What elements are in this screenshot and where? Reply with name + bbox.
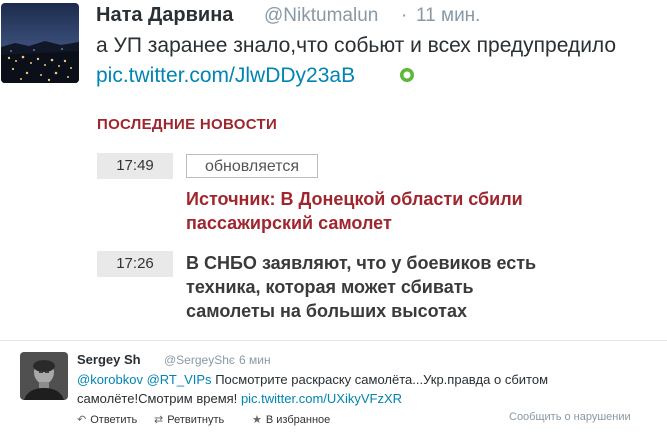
retweet-button[interactable]: ⇄ Ретвитнуть [154, 413, 224, 426]
news-headline[interactable]: Источник: В Донецкой области сбили пасса… [186, 187, 523, 235]
media-link[interactable]: pic.twitter.com/JlwDDy23aB [96, 64, 355, 88]
reply-label: Ответить [90, 414, 138, 426]
news-section-header: ПОСЛЕДНИЕ НОВОСТИ [97, 116, 278, 133]
separator-dot: · [401, 5, 408, 26]
tweet-text: а УП заранее знало,что собьют и всех пре… [96, 34, 617, 57]
author-name[interactable]: Sergey Sh [77, 352, 141, 367]
news-headline-line: В СНБО заявляют, что у боевиков есть [186, 253, 537, 273]
news-headline[interactable]: В СНБО заявляют, что у боевиков есть тех… [186, 251, 536, 323]
tweet-text: Посмотрите раскраску самолёта...Укр.прав… [215, 372, 549, 387]
city-night-photo [1, 3, 79, 83]
media-link[interactable]: pic.twitter.com/UXikyVFzXR [241, 391, 402, 406]
tweet-text: самолёте!Смотрим время! [77, 391, 238, 406]
news-time: 17:49 [97, 153, 173, 179]
news-headline-line: Источник: В Донецкой области сбили [186, 189, 523, 209]
author-handle[interactable]: @SergeyShc [164, 353, 235, 367]
retweet-label: Ретвитнуть [167, 414, 225, 426]
favorite-button[interactable]: ★ В избранное [252, 413, 330, 426]
retweet-icon: ⇄ [154, 414, 164, 426]
tweet-text-line: самолёте!Смотрим время! pic.twitter.com/… [77, 391, 402, 406]
author-handle[interactable]: @Niktumalun [264, 5, 378, 27]
avatar[interactable] [20, 352, 68, 400]
tweet-divider [0, 340, 667, 341]
reply-button[interactable]: ↶ Ответить [77, 413, 137, 426]
user-portrait [20, 352, 68, 400]
author-name[interactable]: Ната Дарвина [96, 4, 233, 27]
tweet-timestamp[interactable]: 11 мин. [416, 5, 480, 27]
news-time: 17:26 [97, 251, 173, 277]
news-headline-line: самолеты на больших высотах [186, 301, 467, 321]
tweet-text-line: @korobkov @RT_VIPs Посмотрите раскраску … [77, 372, 548, 387]
mention-link[interactable]: @RT_VIPs [147, 372, 212, 387]
mention-link[interactable]: @korobkov [77, 372, 143, 387]
reply-arrow-icon: ↶ [77, 414, 87, 426]
favorite-label: В избранное [265, 414, 331, 426]
news-headline-line: пассажирский самолет [186, 213, 392, 233]
news-headline-line: техника, которая может сбивать [186, 277, 474, 297]
avatar[interactable] [1, 3, 79, 83]
green-circle-icon [399, 67, 415, 83]
separator-dot: · [230, 353, 234, 367]
updating-badge: обновляется [186, 154, 318, 178]
report-link[interactable]: Сообщить о нарушении [509, 411, 631, 423]
tweet-timestamp[interactable]: 6 мин [239, 353, 271, 367]
star-icon: ★ [252, 414, 262, 426]
